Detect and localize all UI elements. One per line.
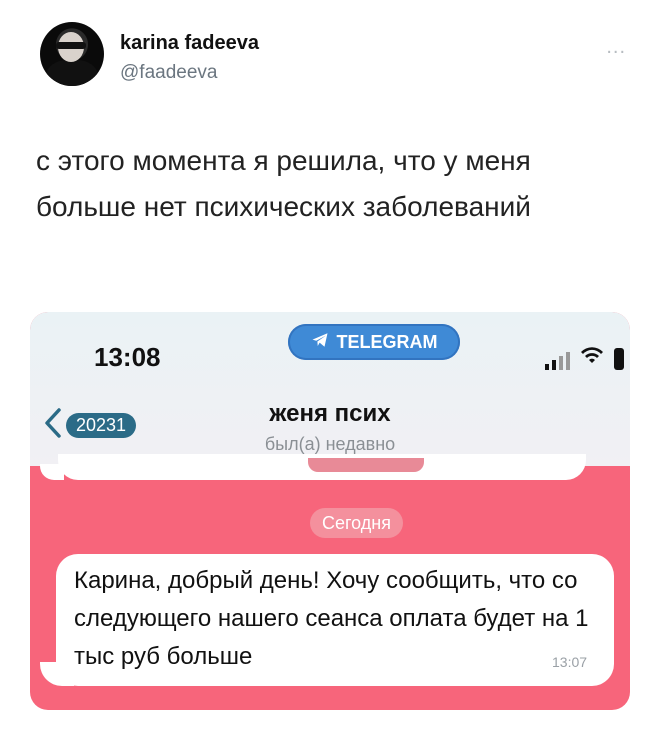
wifi-icon [580,345,604,370]
telegram-pill-label: TELEGRAM [336,331,438,352]
date-separator: Сегодня [310,508,403,538]
chat-last-seen: был(а) недавно [264,434,396,454]
previous-date-pill [308,458,424,472]
tweet-header: karina fadeeva @faadeeva ... [40,22,640,102]
more-options-icon[interactable]: ... [606,36,626,59]
message-time: 13:07 [552,654,588,670]
author-handle[interactable]: @faadeeva [120,62,217,84]
signal-icon [545,352,570,370]
status-bar-time: 13:08 [94,342,161,372]
message-text: Карина, добрый день! Хочу сообщить, что … [74,567,589,670]
avatar[interactable] [40,22,104,86]
previous-message-tail [40,464,64,480]
avatar-figure [46,60,98,86]
chat-title[interactable]: женя псих [30,400,630,428]
author-name[interactable]: karina fadeeva [120,32,259,55]
battery-icon [614,348,624,370]
telegram-plane-icon [311,331,329,354]
telegram-app-pill: TELEGRAM [288,324,460,360]
status-icons [545,346,624,370]
tweet-text: с этого момента я решила, что у меня бол… [36,145,531,222]
avatar-sunglasses [56,42,86,49]
attached-screenshot[interactable]: 13:08 TELEGRAM 20231 женя псих был(а) не… [30,312,630,710]
